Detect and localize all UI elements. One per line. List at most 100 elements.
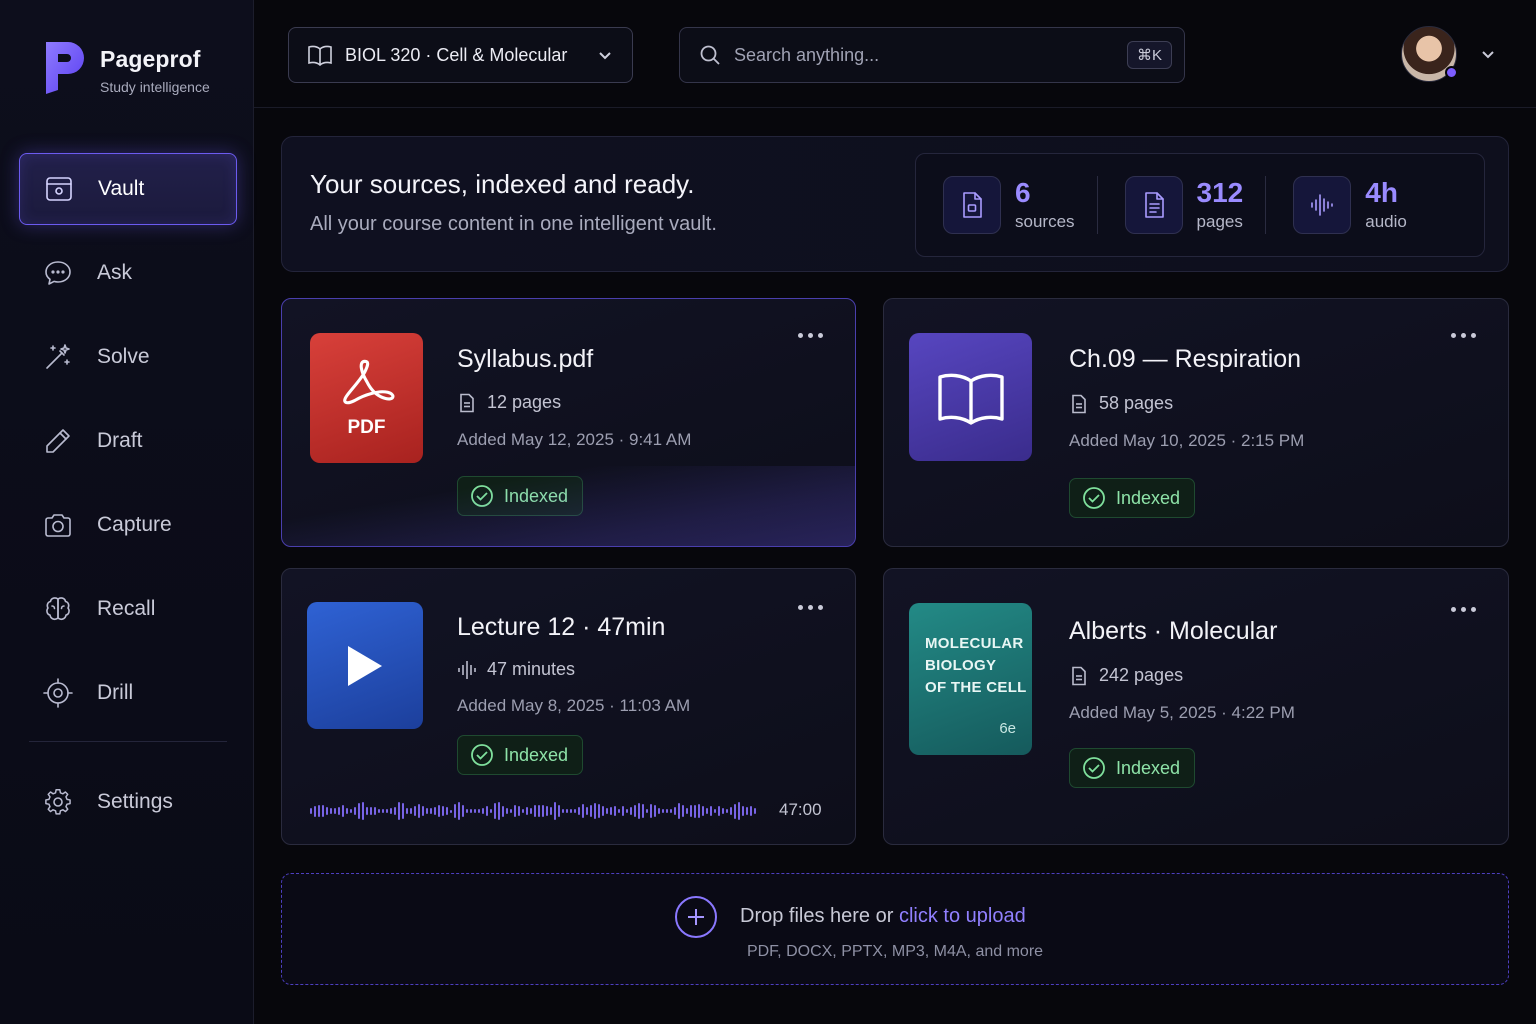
waveform-bar <box>674 807 676 815</box>
waveform-bar <box>374 807 376 815</box>
waveform-bar <box>438 804 440 818</box>
waveform-bar <box>382 809 384 813</box>
check-circle-icon <box>1083 757 1105 779</box>
cover-title-line: MOLECULAR <box>925 635 1024 652</box>
source-meta: 58 pages <box>1069 393 1173 414</box>
course-selector[interactable]: BIOL 320 · Cell & Molecular <box>288 27 633 83</box>
waveform-bar <box>598 804 600 818</box>
source-card-lecture[interactable]: Lecture 12 · 47min 47 minutes Added May … <box>281 568 856 845</box>
waveform-bar <box>402 803 404 819</box>
audio-duration: 47:00 <box>779 800 822 819</box>
document-icon <box>1072 666 1086 685</box>
video-thumbnail[interactable] <box>307 602 423 729</box>
waveform-bar <box>558 804 560 818</box>
upload-link[interactable]: click to upload <box>899 905 1026 927</box>
cover-title-line: BIOLOGY <box>925 657 997 674</box>
waveform-bar <box>626 809 628 813</box>
sidebar-item-label: Drill <box>97 681 134 704</box>
waveform-bar <box>478 809 480 813</box>
target-icon <box>41 676 75 710</box>
waveform-bar <box>590 805 592 817</box>
waveform-bar <box>618 808 620 814</box>
waveform-bar <box>514 805 516 817</box>
waveform-bar <box>518 805 520 817</box>
upload-dropzone[interactable]: Drop files here or click to upload PDF, … <box>281 873 1509 985</box>
sidebar-item-label: Solve <box>97 345 150 368</box>
waveform-bar <box>710 806 712 816</box>
status-label: Indexed <box>1116 487 1181 508</box>
stat-pages: 312 pages <box>1098 176 1267 234</box>
waveform-bar <box>362 802 364 820</box>
waveform-bar <box>462 805 464 817</box>
status-badge: Indexed <box>457 735 584 775</box>
waveform-bar <box>322 804 324 818</box>
audio-waveform[interactable] <box>310 799 762 823</box>
waveform-bar <box>646 809 648 813</box>
waveform-bar <box>370 806 372 816</box>
check-circle-icon <box>471 744 493 766</box>
sidebar-item-draft[interactable]: Draft <box>19 405 237 477</box>
page-count: 58 pages <box>1099 393 1174 413</box>
source-card-textbook[interactable]: MOLECULAR BIOLOGY OF THE CELL 6e Alberts… <box>883 568 1509 845</box>
waveform-bar <box>330 807 332 815</box>
source-card-syllabus[interactable]: PDF Syllabus.pdf 12 pages Added May 12, … <box>281 298 856 547</box>
more-options-icon[interactable] <box>798 329 828 341</box>
book-thumbnail <box>909 333 1032 461</box>
waveform-bar <box>650 804 652 818</box>
waveform-bar <box>498 802 500 820</box>
search-input[interactable] <box>734 44 1127 66</box>
more-options-icon[interactable] <box>1451 329 1481 341</box>
plus-icon[interactable] <box>675 896 717 938</box>
waveform-bar <box>378 809 380 813</box>
source-card-chapter[interactable]: Ch.09 — Respiration 58 pages Added May 1… <box>883 298 1509 547</box>
waveform-bar <box>526 807 528 815</box>
sidebar-item-drill[interactable]: Drill <box>19 657 237 729</box>
brand[interactable]: Pageprof Study intelligence <box>42 40 210 95</box>
source-title: Ch.09 — Respiration <box>1069 345 1302 373</box>
waveform-bar <box>578 807 580 815</box>
avatar[interactable] <box>1401 26 1458 82</box>
chevron-down-icon[interactable] <box>1479 45 1497 63</box>
sidebar-nav: Vault Ask Solve Draft Capture Recall Dri… <box>19 153 237 850</box>
waveform-bar <box>418 804 420 818</box>
vault-summary: Your sources, indexed and ready. All you… <box>281 136 1509 272</box>
sidebar-item-settings[interactable]: Settings <box>19 766 237 838</box>
gear-icon <box>41 785 75 819</box>
stat-value: 312 <box>1196 177 1244 208</box>
online-status-dot <box>1445 66 1458 79</box>
cover-title-line: OF THE CELL <box>925 679 1027 696</box>
waveform-bar <box>430 807 432 815</box>
waveform-bar <box>562 808 564 814</box>
waveform-bar <box>702 805 704 817</box>
sidebar-item-vault[interactable]: Vault <box>19 153 237 225</box>
page-count: 242 pages <box>1099 665 1184 685</box>
waveform-bar <box>434 807 436 815</box>
sidebar-item-recall[interactable]: Recall <box>19 573 237 645</box>
sidebar: Pageprof Study intelligence Vault Ask So… <box>0 0 254 1024</box>
waveform-bar <box>678 803 680 819</box>
source-meta: 47 minutes <box>457 659 575 680</box>
open-book-icon <box>937 373 1004 425</box>
waveform-bar <box>738 802 740 820</box>
waveform-bar <box>414 806 416 816</box>
sidebar-item-ask[interactable]: Ask <box>19 237 237 309</box>
audio-wave-icon <box>1293 176 1352 234</box>
waveform-bar <box>346 807 348 815</box>
waveform-bar <box>642 803 644 819</box>
thumb-label: PDF <box>347 417 386 438</box>
camera-icon <box>41 508 75 542</box>
brand-tagline: Study intelligence <box>100 79 210 95</box>
waveform-bar <box>706 808 708 814</box>
added-date: Added May 5, 2025 · 4:22 PM <box>1069 703 1295 722</box>
sidebar-item-solve[interactable]: Solve <box>19 321 237 393</box>
more-options-icon[interactable] <box>1451 603 1481 615</box>
waveform-bar <box>494 803 496 819</box>
stat-sources: 6 sources <box>916 176 1098 234</box>
sidebar-item-capture[interactable]: Capture <box>19 489 237 561</box>
waveform-bar <box>742 806 744 816</box>
user-menu[interactable] <box>1401 26 1497 82</box>
waveform-bar <box>530 808 532 814</box>
check-circle-icon <box>1083 487 1105 509</box>
more-options-icon[interactable] <box>798 601 828 613</box>
source-meta: 12 pages <box>457 392 561 413</box>
